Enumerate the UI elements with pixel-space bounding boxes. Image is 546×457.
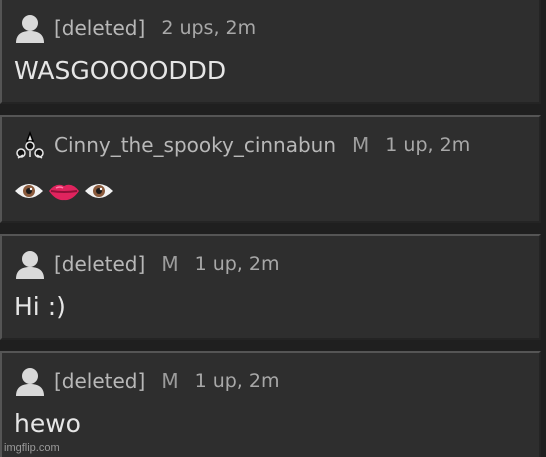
vote-and-time: 1 up, 2m xyxy=(385,134,471,156)
mod-badge: M xyxy=(161,252,179,276)
mod-badge: M xyxy=(161,369,179,393)
custom-avatar-icon[interactable] xyxy=(14,129,46,161)
comment: Cinny_the_spooky_cinnabun M 1 up, 2m xyxy=(0,115,541,223)
eye-emoji-icon xyxy=(84,179,114,208)
comment-header: [deleted] 2 ups, 2m xyxy=(14,12,256,44)
comment-thread: [deleted] 2 ups, 2m WASGOOOODDD Cinny_th… xyxy=(0,0,546,457)
default-user-icon[interactable] xyxy=(14,365,46,397)
vote-and-time: 1 up, 2m xyxy=(194,370,280,392)
lips-emoji-icon xyxy=(47,179,81,208)
comment-text: WASGOOOODDD xyxy=(14,56,227,85)
comment-text: Hi :) xyxy=(14,292,66,321)
comment-header: Cinny_the_spooky_cinnabun M 1 up, 2m xyxy=(14,129,470,161)
vote-and-time: 2 ups, 2m xyxy=(161,17,257,39)
comment-header: [deleted] M 1 up, 2m xyxy=(14,248,279,280)
default-user-icon[interactable] xyxy=(14,248,46,280)
username-link[interactable]: [deleted] xyxy=(54,16,145,40)
watermark: imgflip.com xyxy=(4,442,60,454)
comment-text: hewo xyxy=(14,409,81,438)
default-user-icon[interactable] xyxy=(14,12,46,44)
eye-emoji-icon xyxy=(14,179,44,208)
username-link[interactable]: [deleted] xyxy=(54,369,145,393)
username-link[interactable]: [deleted] xyxy=(54,252,145,276)
comment-text xyxy=(14,179,114,208)
comment: [deleted] 2 ups, 2m WASGOOOODDD xyxy=(0,0,541,104)
mod-badge: M xyxy=(352,133,370,157)
vote-and-time: 1 up, 2m xyxy=(194,253,280,275)
comment: [deleted] M 1 up, 2m Hi :) xyxy=(0,234,541,340)
comment: [deleted] M 1 up, 2m hewo xyxy=(0,351,541,457)
comment-header: [deleted] M 1 up, 2m xyxy=(14,365,279,397)
username-link[interactable]: Cinny_the_spooky_cinnabun xyxy=(54,133,336,157)
